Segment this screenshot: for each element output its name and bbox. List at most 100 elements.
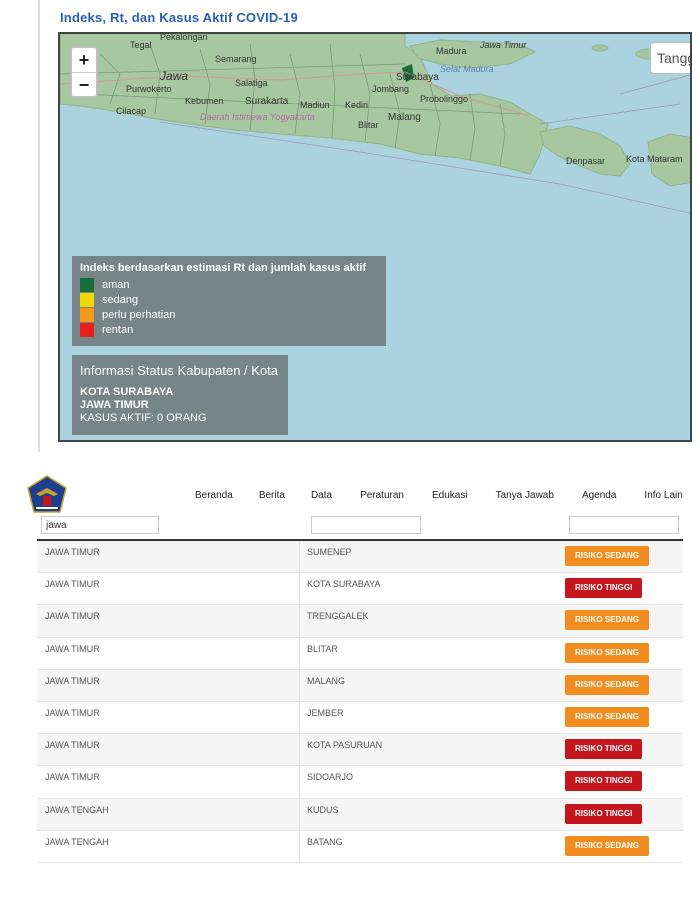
cell-kabupaten: BLITAR: [307, 643, 338, 654]
place-label: Blitar: [358, 120, 379, 130]
place-label: Jombang: [372, 84, 409, 94]
legend-item: sedang: [80, 292, 378, 307]
status-badge: RISIKO TINGGI: [565, 739, 643, 760]
garuda-logo-icon[interactable]: [26, 474, 68, 516]
cell-kabupaten: TRENGGALEK: [307, 611, 369, 622]
map-legend: Indeks berdasarkan estimasi Rt dan jumla…: [72, 256, 386, 346]
nav-item-peraturan[interactable]: Peraturan: [360, 490, 404, 501]
legend-item: perlu perhatian: [80, 307, 378, 322]
place-label: Selat Madura: [440, 64, 494, 74]
nav-item-edukasi[interactable]: Edukasi: [432, 490, 468, 501]
table-row[interactable]: JAWA TIMUR TRENGGALEK RISIKO SEDANG: [37, 605, 683, 638]
cell-provinsi: JAWA TIMUR: [45, 643, 100, 654]
cell-kabupaten: KOTA SURABAYA: [307, 579, 381, 590]
map-view[interactable]: Semarang Jawa Salatiga Purwokerto Kebume…: [58, 32, 692, 442]
status-badge: RISIKO SEDANG: [565, 642, 650, 663]
legend-item: rentan: [80, 322, 378, 337]
nav-item-berita[interactable]: Berita: [259, 490, 285, 501]
place-label: Pekalongan: [160, 34, 208, 42]
place-label: Cilacap: [116, 106, 146, 116]
place-label: Madiun: [300, 100, 330, 110]
nav-item-info-lain[interactable]: Info Lain: [644, 490, 682, 501]
place-label: Malang: [388, 112, 421, 123]
legend-label: aman: [102, 278, 130, 291]
nav-item-data[interactable]: Data: [311, 490, 332, 501]
info-kasus-aktif: KASUS AKTIF: 0 ORANG: [80, 412, 207, 424]
zoom-out-button[interactable]: −: [72, 72, 96, 96]
provinsi-filter-input[interactable]: [41, 516, 159, 534]
place-label: Semarang: [215, 54, 257, 64]
info-provinsi: JAWA TIMUR: [80, 399, 149, 411]
cell-kabupaten: JEMBER: [307, 707, 344, 718]
date-selector[interactable]: Tangg: [650, 42, 690, 74]
table-row[interactable]: JAWA TIMUR KOTA SURABAYA RISIKO TINGGI: [37, 573, 683, 606]
legend-swatch: [80, 322, 94, 337]
place-label: Probolinggo: [420, 94, 468, 104]
status-badge: RISIKO TINGGI: [565, 771, 643, 792]
cell-kabupaten: KOTA PASURUAN: [307, 740, 383, 751]
nav-menu: Beranda Berita Data Peraturan Edukasi Ta…: [195, 490, 683, 501]
place-label: Tegal: [130, 40, 152, 50]
map-title: Indeks, Rt, dan Kasus Aktif COVID-19: [60, 10, 298, 25]
legend-title: Indeks berdasarkan estimasi Rt dan jumla…: [80, 262, 367, 274]
place-label: Surakarta: [245, 96, 289, 107]
cell-provinsi: JAWA TENGAH: [45, 836, 109, 847]
status-badge: RISIKO TINGGI: [565, 578, 643, 599]
zoom-control: + −: [70, 46, 98, 98]
legend-label: rentan: [102, 323, 134, 336]
place-label: Jawa: [159, 69, 188, 83]
top-navigation: Beranda Berita Data Peraturan Edukasi Ta…: [0, 468, 700, 522]
place-label: Salatiga: [235, 78, 268, 88]
cell-provinsi: JAWA TIMUR: [45, 740, 100, 751]
table-row[interactable]: JAWA TIMUR SUMENEP RISIKO SEDANG: [37, 541, 683, 574]
cell-kabupaten: SUMENEP: [307, 547, 352, 557]
cell-kabupaten: MALANG: [307, 675, 346, 686]
legend-label: perlu perhatian: [102, 308, 176, 321]
table-row[interactable]: JAWA TIMUR BLITAR RISIKO SEDANG: [37, 637, 683, 670]
table-row[interactable]: JAWA TENGAH BATANG RISIKO SEDANG: [37, 830, 683, 863]
place-label: Denpasar: [566, 156, 605, 166]
status-badge: RISIKO TINGGI: [565, 803, 643, 824]
place-label: Kediri: [345, 100, 368, 110]
cell-provinsi: JAWA TIMUR: [45, 772, 100, 783]
place-label: Surabaya: [396, 72, 439, 83]
place-label: Kota Mataram: [626, 154, 683, 164]
cell-provinsi: JAWA TIMUR: [45, 579, 100, 590]
risk-status-table: JAWA TIMUR SUMENEP RISIKO SEDANG JAWA TI…: [37, 541, 683, 863]
cell-provinsi: JAWA TIMUR: [45, 611, 100, 622]
legend-item: aman: [80, 277, 378, 292]
table-row[interactable]: JAWA TIMUR KOTA PASURUAN RISIKO TINGGI: [37, 734, 683, 767]
cell-kabupaten: KUDUS: [307, 804, 339, 815]
nav-item-tanya-jawab[interactable]: Tanya Jawab: [496, 490, 554, 501]
legend-swatch: [80, 292, 94, 307]
info-kota: KOTA SURABAYA: [80, 386, 174, 398]
status-badge: RISIKO SEDANG: [565, 706, 650, 727]
nav-item-agenda[interactable]: Agenda: [582, 490, 616, 501]
kabupaten-filter-input[interactable]: [311, 516, 421, 534]
cell-provinsi: JAWA TIMUR: [45, 675, 100, 686]
region-info-panel: Informasi Status Kabupaten / Kota KOTA S…: [72, 355, 288, 435]
place-label: Jawa Timur: [479, 40, 527, 50]
status-badge: RISIKO SEDANG: [565, 546, 650, 566]
cell-kabupaten: BATANG: [307, 836, 343, 847]
map-panel: Indeks, Rt, dan Kasus Aktif COVID-19 Sem…: [38, 0, 692, 452]
cell-provinsi: JAWA TIMUR: [45, 707, 100, 718]
legend-swatch: [80, 307, 94, 322]
status-filter-input[interactable]: [569, 516, 679, 534]
place-label: Kebumen: [185, 96, 224, 106]
table-row[interactable]: JAWA TENGAH KUDUS RISIKO TINGGI: [37, 798, 683, 831]
nav-item-beranda[interactable]: Beranda: [195, 490, 233, 501]
legend-swatch: [80, 277, 94, 292]
table-row[interactable]: JAWA TIMUR MALANG RISIKO SEDANG: [37, 669, 683, 702]
table-row[interactable]: JAWA TIMUR JEMBER RISIKO SEDANG: [37, 701, 683, 735]
table-row[interactable]: JAWA TIMUR SIDOARJO RISIKO TINGGI: [37, 766, 683, 799]
info-title: Informasi Status Kabupaten / Kota: [80, 363, 279, 378]
legend-label: sedang: [102, 293, 139, 306]
cell-provinsi: JAWA TIMUR: [45, 547, 100, 557]
status-badge: RISIKO SEDANG: [565, 610, 650, 631]
place-label: Purwokerto: [126, 84, 172, 94]
zoom-in-button[interactable]: +: [72, 48, 96, 72]
place-label: Daerah Istimewa Yogyakarta: [200, 112, 315, 122]
status-badge: RISIKO SEDANG: [565, 835, 650, 856]
cell-provinsi: JAWA TENGAH: [45, 804, 109, 815]
